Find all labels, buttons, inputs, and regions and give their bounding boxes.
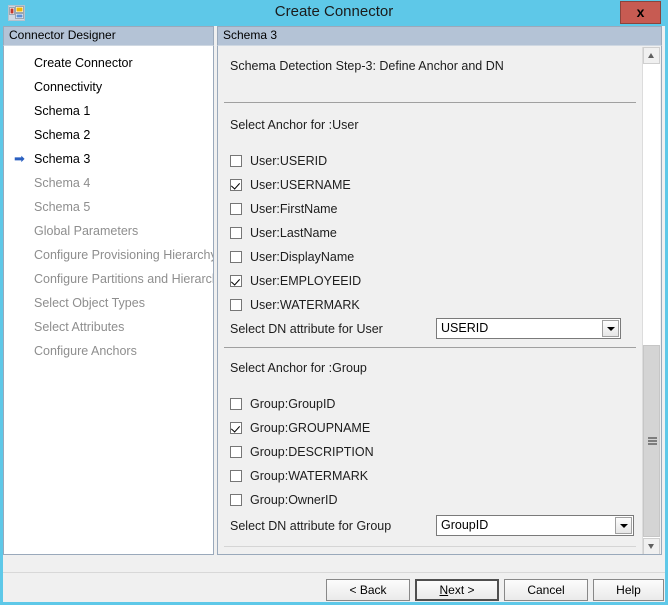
sidebar-item-label: Schema 2	[34, 128, 91, 142]
checkbox-label: User:USERID	[250, 154, 328, 168]
help-button-label: Help	[616, 583, 641, 597]
button-bar: < Back Next > Cancel Help	[3, 575, 665, 602]
chevron-down-icon[interactable]	[615, 517, 632, 534]
sidebar-item-select-object-types: Select Object Types	[4, 291, 213, 315]
checkbox-icon[interactable]	[230, 299, 242, 311]
scrollbar-thumb[interactable]	[643, 345, 660, 537]
checkbox-label: User:LastName	[250, 226, 337, 240]
sidebar-body: Create Connector Connectivity Schema 1 S…	[3, 45, 214, 555]
sidebar-item-label: Connectivity	[34, 80, 103, 94]
sidebar-item-label: Schema 5	[34, 200, 91, 214]
page-title: Schema Detection Step-3: Define Anchor a…	[230, 59, 504, 73]
content-scrollbar[interactable]	[642, 47, 660, 554]
sidebar-item-schema-1[interactable]: Schema 1	[4, 99, 213, 123]
sidebar-item-select-attributes: Select Attributes	[4, 315, 213, 339]
checkbox-icon[interactable]	[230, 179, 242, 191]
checkbox-icon[interactable]	[230, 494, 242, 506]
sidebar-item-schema-2[interactable]: Schema 2	[4, 123, 213, 147]
sidebar-item-label: Select Object Types	[34, 296, 145, 310]
checkbox-icon[interactable]	[230, 227, 242, 239]
sidebar-item-label: Schema 4	[34, 176, 91, 190]
checkbox-icon[interactable]	[230, 398, 242, 410]
group-anchor-label: Select Anchor for :Group	[230, 361, 367, 375]
sidebar-item-label: Create Connector	[34, 56, 133, 70]
sidebar-item-label: Configure Anchors	[34, 344, 137, 358]
back-button-label: < Back	[349, 583, 387, 597]
client-area: Connector Designer Create Connector Conn…	[3, 26, 665, 575]
checkbox-icon[interactable]	[230, 470, 242, 482]
divider-middle	[224, 347, 636, 348]
checkbox-icon[interactable]	[230, 275, 242, 287]
sidebar-panel: Connector Designer Create Connector Conn…	[3, 26, 214, 555]
sidebar-item-configure-provisioning-hierarchy: Configure Provisioning Hierarchy	[4, 243, 213, 267]
cancel-button-label: Cancel	[527, 583, 565, 597]
checkbox-label: Group:OwnerID	[250, 493, 338, 507]
sidebar-item-label: Configure Partitions and Hierarchies	[34, 272, 213, 286]
cancel-button[interactable]: Cancel	[504, 579, 588, 601]
sidebar-item-label: Select Attributes	[34, 320, 125, 334]
checkbox-label: User:USERNAME	[250, 178, 351, 192]
sidebar-item-schema-5: Schema 5	[4, 195, 213, 219]
next-button-label-rest: ext >	[448, 583, 475, 597]
sidebar-item-global-parameters: Global Parameters	[4, 219, 213, 243]
checkbox-label: Group:WATERMARK	[250, 469, 369, 483]
checkbox-icon[interactable]	[230, 446, 242, 458]
checkbox-label: User:EMPLOYEEID	[250, 274, 362, 288]
title-bar: Create Connector x	[0, 0, 668, 26]
user-dn-value: USERID	[441, 321, 489, 335]
scroll-up-icon[interactable]	[643, 47, 660, 64]
checkbox-label: Group:GroupID	[250, 397, 336, 411]
group-dn-value: GroupID	[441, 518, 489, 532]
current-step-arrow-icon: ➡	[14, 151, 25, 166]
checkbox-label: User:FirstName	[250, 202, 338, 216]
checkbox-icon[interactable]	[230, 155, 242, 167]
divider-top	[224, 102, 636, 103]
close-icon[interactable]: x	[620, 1, 661, 24]
sidebar-header: Connector Designer	[3, 26, 214, 45]
divider-bottom	[224, 546, 636, 547]
sidebar-nav-list: Create Connector Connectivity Schema 1 S…	[4, 51, 213, 363]
user-dn-select[interactable]: USERID	[436, 318, 621, 339]
checkbox-icon[interactable]	[230, 251, 242, 263]
next-button-label: Next >	[439, 583, 474, 597]
next-mnemonic: N	[439, 583, 449, 597]
sidebar-item-configure-anchors: Configure Anchors	[4, 339, 213, 363]
main-header: Schema 3	[217, 26, 662, 45]
buttonbar-divider	[3, 572, 665, 573]
group-dn-label: Select DN attribute for Group	[230, 519, 392, 533]
sidebar-item-connectivity[interactable]: Connectivity	[4, 75, 213, 99]
sidebar-item-label: Schema 1	[34, 104, 91, 118]
next-button[interactable]: Next >	[415, 579, 499, 601]
checkbox-icon[interactable]	[230, 203, 242, 215]
user-dn-label: Select DN attribute for User	[230, 322, 383, 336]
sidebar-item-label: Schema 3	[34, 152, 91, 166]
main-panel: Schema 3 Schema Detection Step-3: Define…	[217, 26, 662, 555]
chevron-down-icon[interactable]	[602, 320, 619, 337]
resize-grip-icon[interactable]	[650, 587, 664, 601]
user-anchor-label: Select Anchor for :User	[230, 118, 359, 132]
scrollbar-track[interactable]	[643, 64, 660, 538]
sidebar-item-label: Global Parameters	[34, 224, 139, 238]
sidebar-item-configure-partitions-and-hierarchies: Configure Partitions and Hierarchies	[4, 267, 213, 291]
scroll-down-icon[interactable]	[643, 538, 660, 554]
scrollbar-grip-icon	[648, 437, 657, 445]
window-title: Create Connector	[274, 3, 394, 20]
checkbox-label: User:WATERMARK	[250, 298, 360, 312]
create-connector-window: Create Connector x Connector Designer Cr…	[0, 0, 668, 605]
group-dn-select[interactable]: GroupID	[436, 515, 634, 536]
wizard-content: Schema Detection Step-3: Define Anchor a…	[218, 46, 642, 554]
checkbox-icon[interactable]	[230, 422, 242, 434]
sidebar-item-schema-3[interactable]: ➡ Schema 3	[4, 147, 213, 171]
checkbox-label: User:DisplayName	[250, 250, 355, 264]
sidebar-item-create-connector[interactable]: Create Connector	[4, 51, 213, 75]
sidebar-item-schema-4: Schema 4	[4, 171, 213, 195]
checkbox-label: Group:DESCRIPTION	[250, 445, 374, 459]
sidebar-item-label: Configure Provisioning Hierarchy	[34, 248, 214, 262]
main-body: Schema Detection Step-3: Define Anchor a…	[217, 45, 662, 555]
back-button[interactable]: < Back	[326, 579, 410, 601]
checkbox-label: Group:GROUPNAME	[250, 421, 371, 435]
